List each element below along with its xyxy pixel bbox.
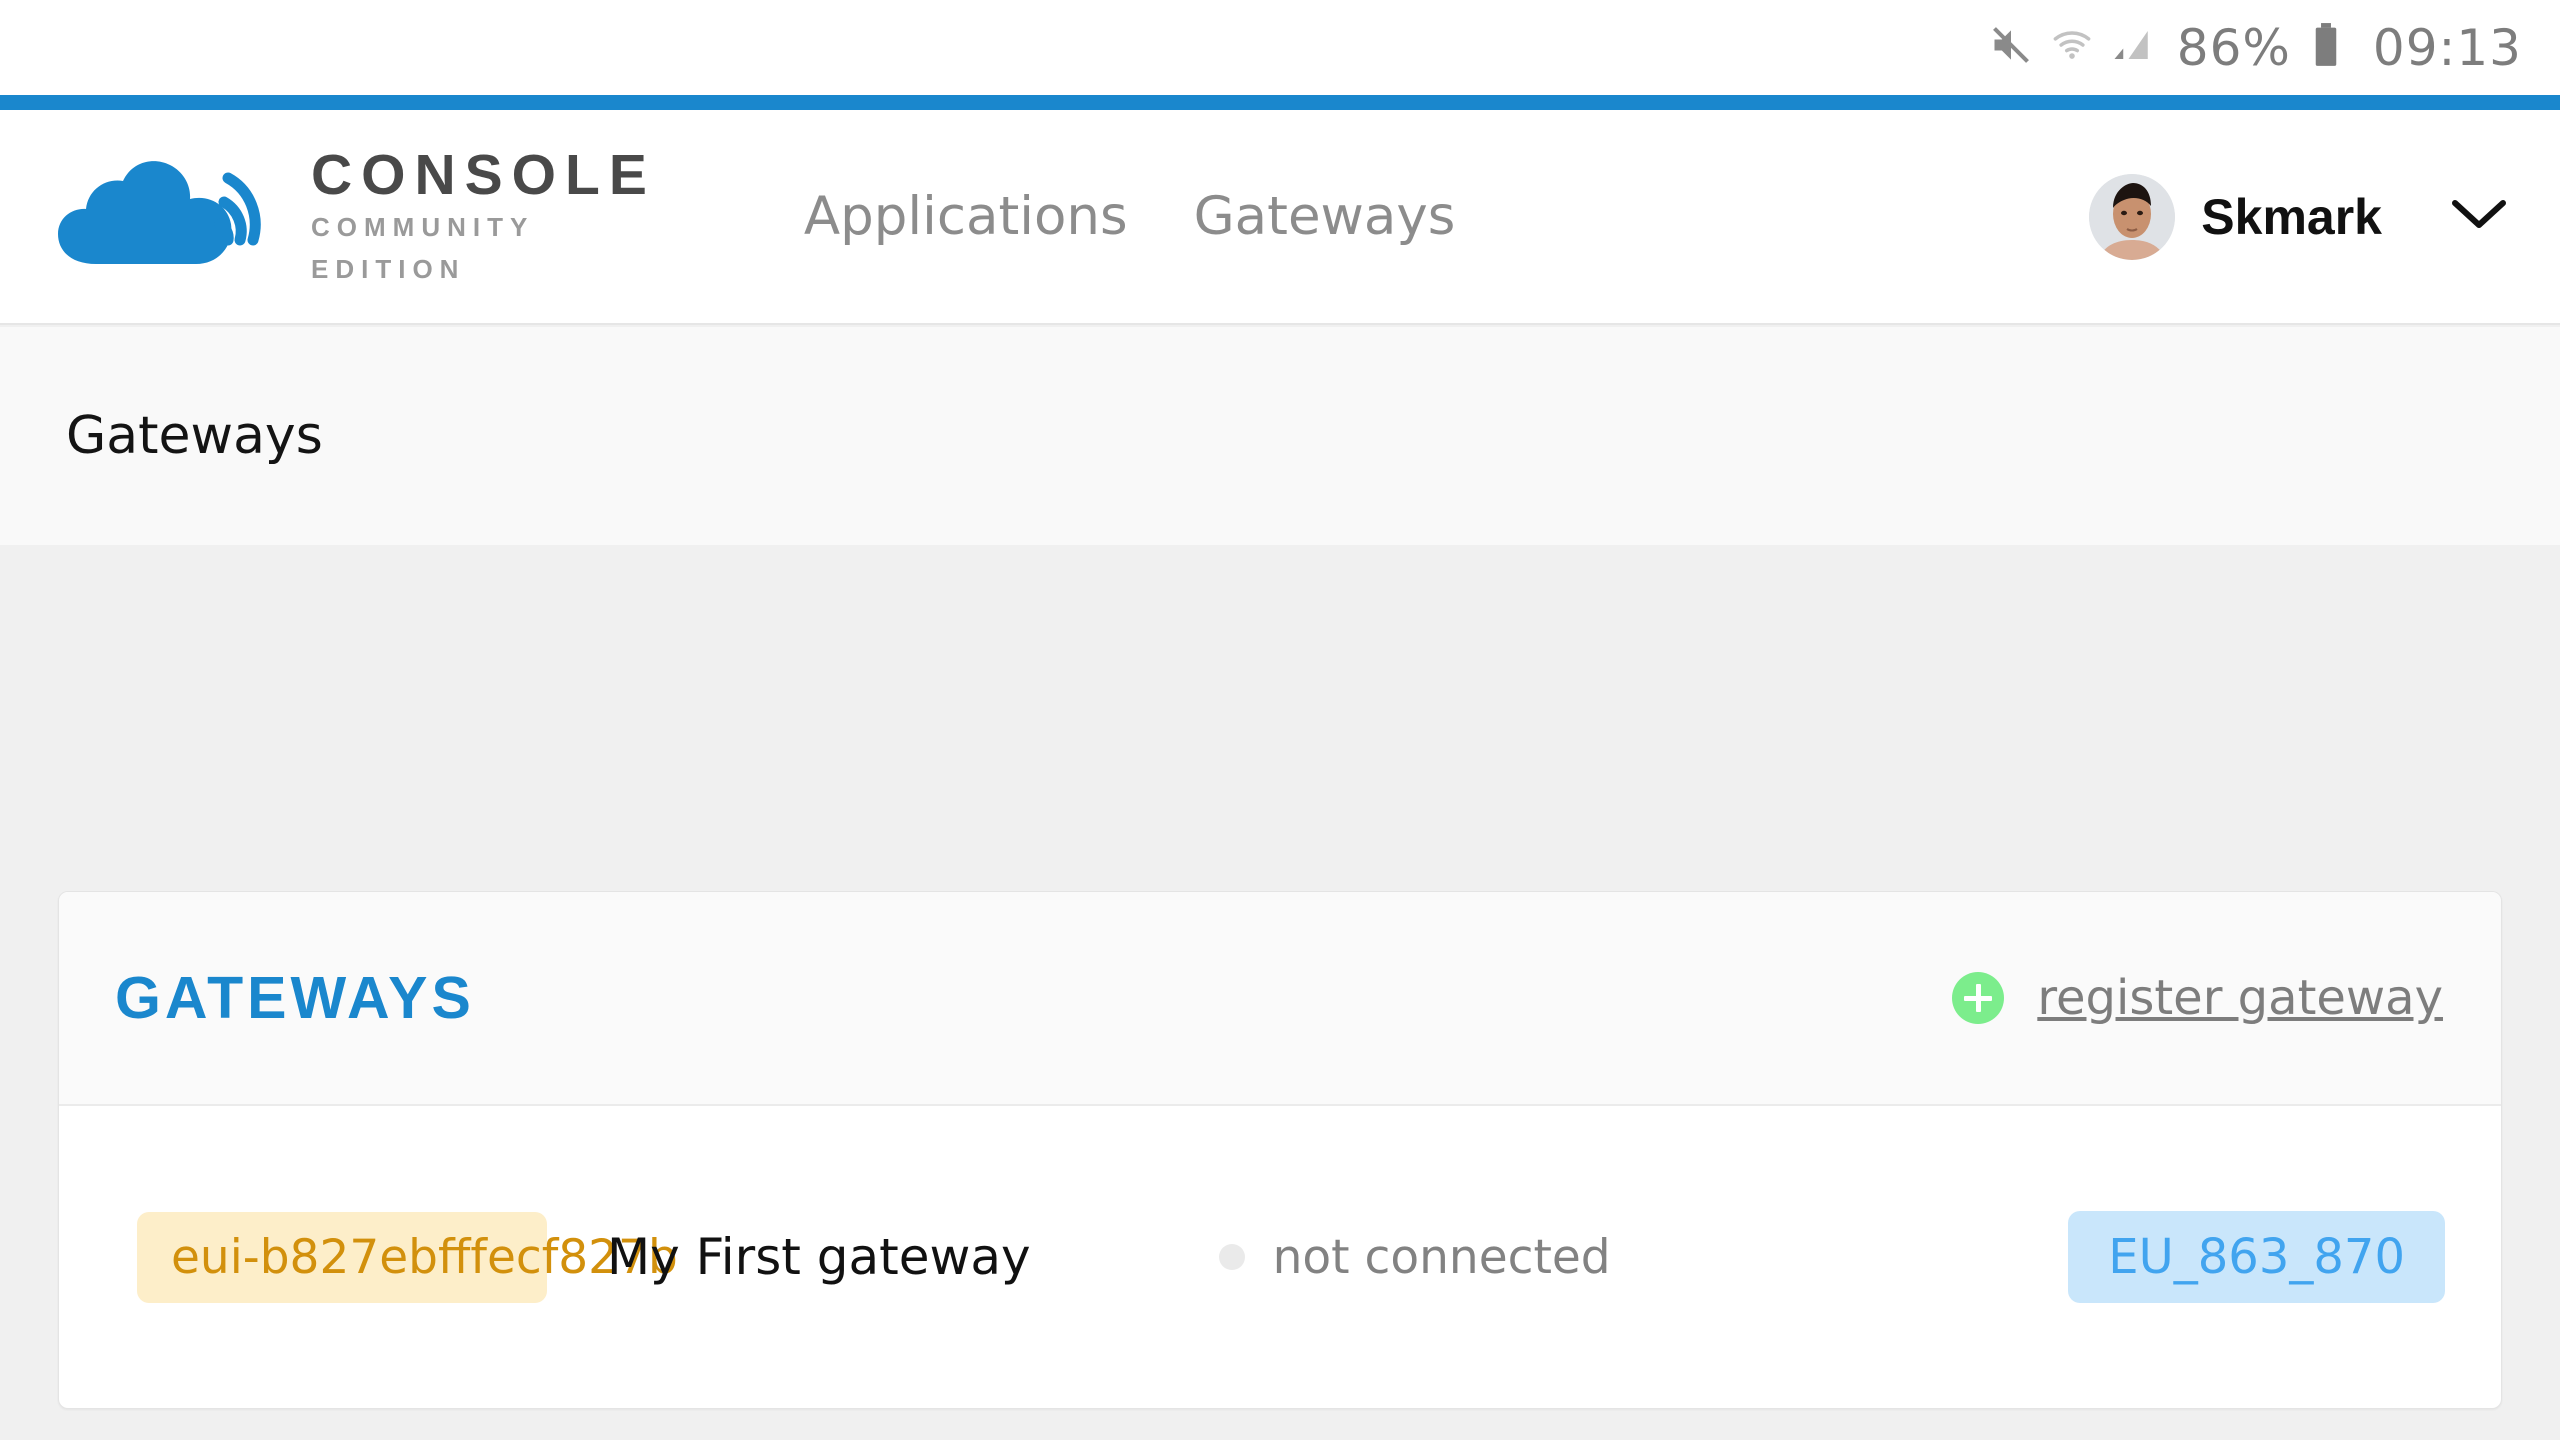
avatar xyxy=(2089,174,2175,260)
top-navbar: CONSOLE COMMUNITY EDITION Applications G… xyxy=(0,110,2560,325)
brand-subtitle-line2: EDITION xyxy=(311,252,656,287)
page-title: GATEWAYS xyxy=(115,964,475,1032)
brand-text: CONSOLE COMMUNITY EDITION xyxy=(311,146,656,286)
battery-icon xyxy=(2311,22,2341,73)
gateways-list: eui-b827ebfffecf827b My First gateway no… xyxy=(59,1106,2501,1408)
register-gateway-button[interactable]: register gateway xyxy=(1952,970,2443,1026)
status-badge: not connected xyxy=(1219,1230,1611,1285)
accent-bar xyxy=(0,95,2560,110)
mute-icon xyxy=(1989,23,2033,72)
chevron-down-icon[interactable] xyxy=(2450,197,2508,236)
status-icons: 86% 09:13 xyxy=(1989,19,2522,77)
panel-header: GATEWAYS register gateway xyxy=(59,892,2501,1106)
wifi-icon xyxy=(2051,24,2093,71)
nav-item-gateways[interactable]: Gateways xyxy=(1194,186,1456,247)
brand-subtitle-line1: COMMUNITY xyxy=(311,210,656,245)
breadcrumb-current: Gateways xyxy=(66,406,323,466)
status-label: not connected xyxy=(1273,1230,1611,1285)
android-status-bar: 86% 09:13 xyxy=(0,0,2560,95)
gateways-panel: GATEWAYS register gateway eui-b827ebfffe… xyxy=(58,891,2502,1409)
gateway-eui-badge: eui-b827ebfffecf827b xyxy=(137,1212,547,1303)
frequency-plan-badge: EU_863_870 xyxy=(2068,1211,2445,1303)
plus-circle-icon xyxy=(1952,972,2004,1024)
breadcrumb: Gateways xyxy=(0,327,2560,545)
register-gateway-label: register gateway xyxy=(2037,970,2443,1026)
cloud-wifi-logo-icon xyxy=(48,154,303,279)
battery-percent-label: 86% xyxy=(2177,19,2291,77)
clock-label: 09:13 xyxy=(2373,19,2522,77)
nav-item-applications[interactable]: Applications xyxy=(804,186,1128,247)
gateway-name-label: My First gateway xyxy=(607,1228,1031,1286)
signal-icon xyxy=(2111,24,2153,71)
brand-title: CONSOLE xyxy=(311,146,656,204)
status-dot-icon xyxy=(1219,1244,1245,1270)
brand[interactable]: CONSOLE COMMUNITY EDITION xyxy=(48,146,656,286)
user-menu[interactable]: Skmark xyxy=(2089,174,2508,260)
table-row[interactable]: eui-b827ebfffecf827b My First gateway no… xyxy=(59,1106,2501,1408)
nav-links: Applications Gateways xyxy=(804,186,1456,247)
user-name-label: Skmark xyxy=(2201,188,2382,246)
